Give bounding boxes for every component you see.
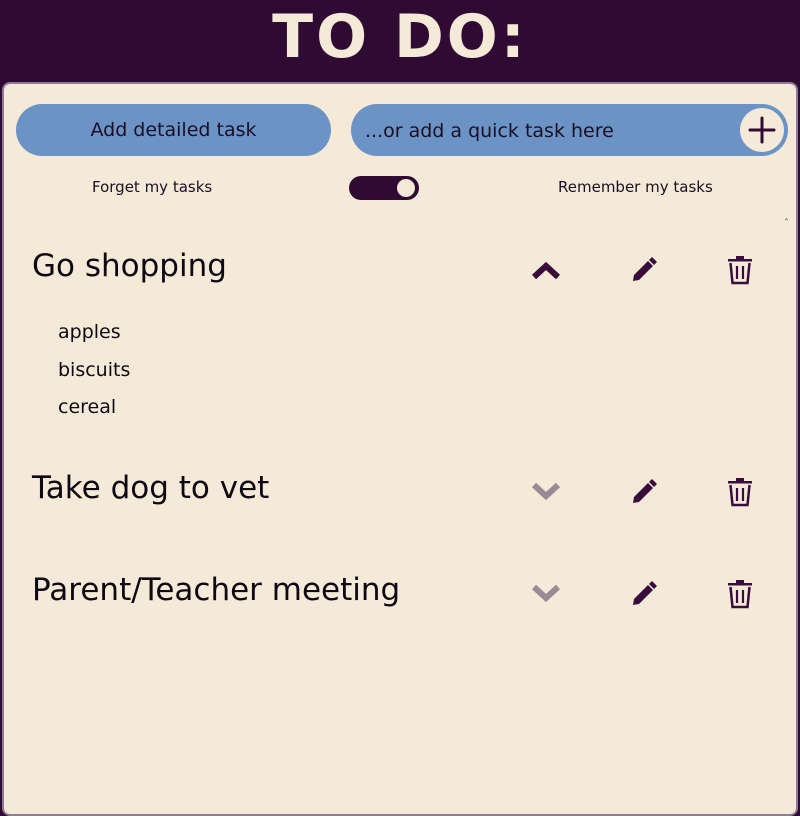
- delete-task-button[interactable]: [720, 250, 760, 290]
- add-quick-task-button[interactable]: [740, 108, 784, 152]
- remember-tasks-label: Remember my tasks: [558, 178, 713, 196]
- toggle-knob: [397, 179, 415, 197]
- list-item: cereal: [58, 396, 117, 418]
- edit-task-button[interactable]: [624, 574, 664, 614]
- task-item: Take dog to vet: [32, 468, 772, 528]
- edit-task-button[interactable]: [624, 472, 664, 512]
- chevron-down-icon: [531, 482, 561, 501]
- task-item: Parent/Teacher meeting: [32, 570, 772, 630]
- expand-task-button[interactable]: [526, 574, 566, 614]
- trash-icon: [728, 478, 752, 507]
- list-item: apples: [58, 321, 121, 343]
- expand-task-button[interactable]: [526, 472, 566, 512]
- scroll-up-arrow[interactable]: ˄: [784, 218, 794, 230]
- forget-tasks-label: Forget my tasks: [92, 178, 213, 196]
- pencil-icon: [633, 257, 657, 281]
- delete-task-button[interactable]: [720, 574, 760, 614]
- chevron-down-icon: [531, 584, 561, 603]
- storage-toggle-row: Forget my tasks Remember my tasks: [4, 174, 784, 204]
- collapse-task-button[interactable]: [526, 250, 566, 290]
- quick-task-bar: [351, 104, 788, 158]
- chevron-up-icon: [531, 261, 561, 280]
- add-detailed-task-button[interactable]: Add detailed task: [16, 104, 331, 156]
- pencil-icon: [633, 479, 657, 503]
- todo-panel: Add detailed task Forget my tasks Rememb…: [2, 82, 798, 816]
- quick-task-input[interactable]: [363, 104, 737, 158]
- task-subitems: apples biscuits cereal: [58, 314, 130, 427]
- delete-task-button[interactable]: [720, 472, 760, 512]
- trash-icon: [728, 580, 752, 609]
- task-title: Parent/Teacher meeting: [32, 572, 401, 608]
- trash-icon: [728, 256, 752, 285]
- app-title: TO DO:: [272, 2, 528, 72]
- task-item: Go shopping apples biscuits cereal: [32, 246, 772, 436]
- remember-tasks-toggle[interactable]: [349, 176, 419, 200]
- plus-icon: [748, 116, 776, 144]
- list-item: biscuits: [58, 358, 131, 381]
- task-title: Go shopping: [32, 248, 227, 284]
- task-title: Take dog to vet: [32, 470, 270, 506]
- edit-task-button[interactable]: [624, 250, 664, 290]
- pencil-icon: [633, 581, 657, 605]
